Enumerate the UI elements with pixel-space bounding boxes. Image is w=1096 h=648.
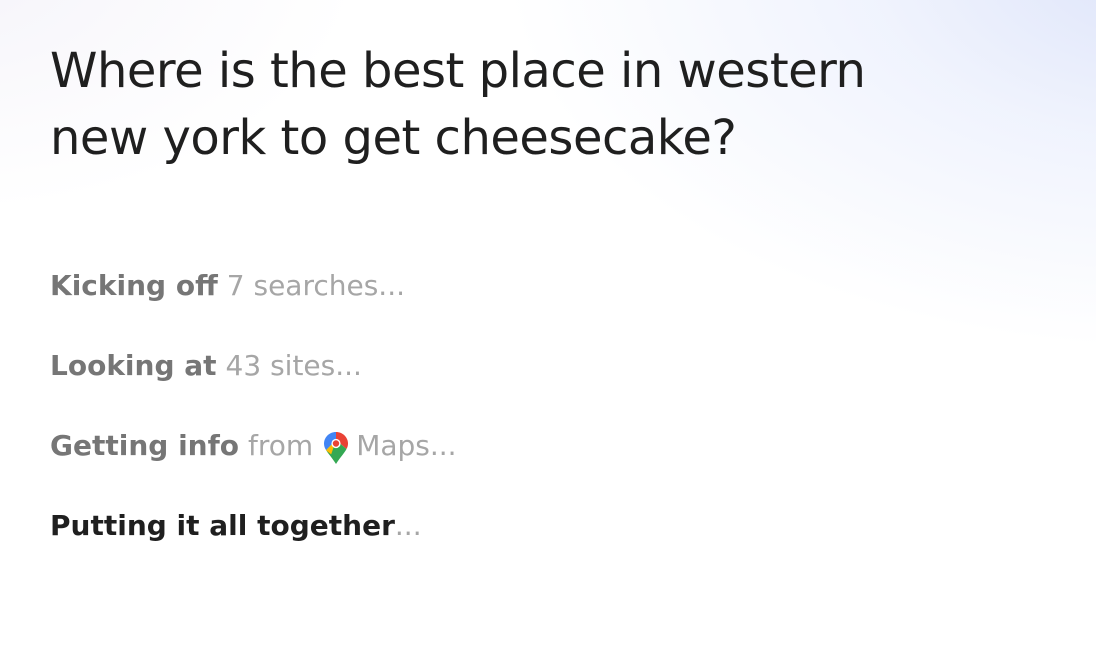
- step-detail: 43 sites...: [225, 349, 362, 382]
- step-looking-at: Looking at 43 sites...: [50, 346, 457, 386]
- step-label: Putting it all together: [50, 509, 395, 542]
- answer-progress-panel: Where is the best place in western new y…: [50, 38, 1050, 542]
- step-detail: 7 searches...: [226, 269, 406, 302]
- step-from-word: from: [248, 429, 314, 462]
- maps-source-label: Maps...: [356, 429, 457, 462]
- step-label: Looking at: [50, 349, 217, 382]
- progress-steps: Kicking off 7 searches... Looking at 43 …: [50, 266, 457, 586]
- query-title: Where is the best place in western new y…: [50, 43, 866, 166]
- step-getting-info: Getting info from Maps...: [50, 426, 457, 466]
- step-kicking-off: Kicking off 7 searches...: [50, 266, 457, 306]
- step-ellipsis: ...: [394, 509, 422, 542]
- step-label: Kicking off: [50, 269, 218, 302]
- step-putting-together: Putting it all together ...: [50, 506, 457, 546]
- step-label: Getting info: [50, 429, 240, 462]
- google-maps-pin-icon: [324, 432, 349, 464]
